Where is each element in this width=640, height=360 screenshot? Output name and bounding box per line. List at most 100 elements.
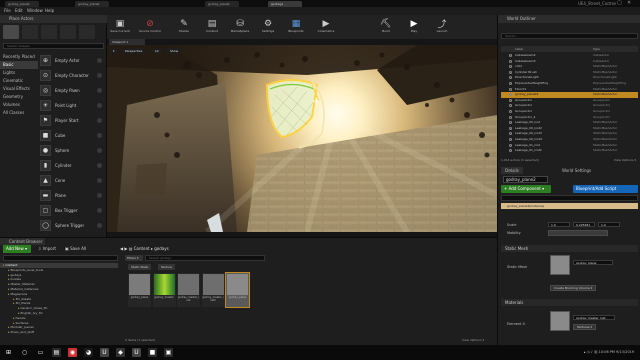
place-item-sphere-trigger[interactable]: ◯ Sphere Trigger	[38, 218, 105, 233]
asset-tile[interactable]: godray_plane	[128, 273, 151, 307]
place-item-box-trigger[interactable]: ▢ Box Trigger	[38, 203, 105, 218]
app-icon[interactable]: ◉	[68, 348, 77, 357]
paint-mode-icon[interactable]	[22, 25, 38, 39]
outliner-row[interactable]: Floor01 StaticMeshActor	[501, 87, 638, 92]
viewport-options-button[interactable]: ▾	[110, 48, 118, 54]
modes-button[interactable]: ✎ Modes	[171, 16, 197, 38]
close-button[interactable]: ✕	[627, 0, 631, 7]
task-view-icon[interactable]: ▭	[36, 348, 45, 357]
category-cinematic[interactable]: Cinematic	[0, 77, 38, 85]
asset-tile[interactable]: godray_master	[152, 273, 176, 307]
outliner-search-input[interactable]: Search...	[501, 33, 638, 39]
tab-world-settings[interactable]: World Settings	[558, 167, 595, 174]
breadcrumb-content[interactable]: Content	[134, 246, 150, 251]
category-recently-placed[interactable]: Recently Placed	[0, 53, 38, 61]
place-item-cube[interactable]: ■ Cube	[38, 128, 105, 143]
view-options-button[interactable]: View Options ▾	[462, 338, 484, 342]
show-button[interactable]: Show	[167, 48, 182, 54]
outliner-row[interactable]: Leakage_00_inst2 StaticMeshActor	[501, 126, 638, 131]
asset-tile[interactable]: godray_plane	[225, 272, 250, 308]
outliner-row[interactable]: Leakage_00_inst StaticMeshActor	[501, 120, 638, 125]
scale-z-field[interactable]: 1.0	[598, 222, 620, 227]
source-control-button[interactable]: ⊘ Source Control	[137, 16, 163, 38]
app-icon[interactable]: ■	[148, 348, 157, 357]
place-item-plane[interactable]: ▬ Plane	[38, 188, 105, 203]
visibility-eye-icon[interactable]	[509, 132, 512, 136]
scale-x-field[interactable]: 1.0	[548, 222, 570, 227]
view-options-button[interactable]: View Options ▾	[614, 157, 636, 163]
category-visual-effects[interactable]: Visual Effects	[0, 85, 38, 93]
static-mesh-picker[interactable]: godray_plane	[573, 260, 613, 265]
visibility-eye-icon[interactable]	[509, 143, 512, 147]
add-new-button[interactable]: Add New ▾	[3, 245, 31, 253]
maximize-button[interactable]: ▢	[617, 0, 622, 7]
category-lights[interactable]: Lights	[0, 69, 38, 77]
perspective-button[interactable]: Perspective	[122, 48, 146, 54]
place-item-cone[interactable]: ▲ Cone	[38, 173, 105, 188]
place-item-empty-actor[interactable]: ⊕ Empty Actor	[38, 53, 105, 68]
save-all-button[interactable]: ▣ Save All	[65, 245, 86, 253]
play-button[interactable]: ▶ Play	[401, 16, 427, 38]
outliner-row[interactable]: Cablesbeam2 CableActor	[501, 53, 638, 58]
asset-tile[interactable]: godray_master_inst2	[201, 273, 225, 307]
menu-file[interactable]: File	[4, 7, 11, 15]
menu-help[interactable]: Help	[45, 7, 54, 15]
level-viewport[interactable]: ▾ Perspective Lit Show	[107, 45, 497, 232]
visibility-eye-icon[interactable]	[509, 138, 512, 141]
landscape-mode-icon[interactable]	[41, 25, 57, 39]
outliner-row[interactable]: Leakage_01_inst StaticMeshActor	[501, 143, 638, 148]
settings-button[interactable]: ⚙ Settings	[255, 16, 281, 38]
visibility-eye-icon[interactable]	[509, 121, 512, 125]
nav-back-icon[interactable]: ◀ ▶	[120, 246, 129, 251]
place-item-empty-character[interactable]: ⊙ Empty Character	[38, 68, 105, 83]
build-button[interactable]: ⛏ Build	[373, 16, 399, 38]
filter-chip-static-mesh[interactable]: Static Mesh	[128, 264, 152, 270]
outliner-row[interactable]: GroupActor_4 GroupActor	[501, 115, 638, 120]
place-item-cylinder[interactable]: ▮ Cylinder	[38, 158, 105, 173]
place-item-point-light[interactable]: ☀ Point Light	[38, 98, 105, 113]
visibility-eye-icon[interactable]	[509, 70, 512, 74]
class-search-input[interactable]: Search Classes	[3, 43, 104, 49]
visibility-eye-icon[interactable]	[509, 115, 512, 119]
visibility-eye-icon[interactable]	[509, 76, 512, 80]
visibility-eye-icon[interactable]	[509, 110, 512, 113]
folder-tree-item[interactable]: ▸ Props_and_stuff	[0, 330, 118, 335]
file-explorer-icon[interactable]: ▤	[52, 348, 61, 357]
mobility-toggle[interactable]	[548, 230, 608, 236]
outliner-row[interactable]: Cylinder Brush StaticMeshActor	[501, 70, 638, 75]
view-mode-button[interactable]: Lit	[152, 48, 162, 54]
visibility-eye-icon[interactable]	[509, 126, 512, 130]
path-search-input[interactable]	[3, 255, 118, 261]
filters-button[interactable]: Filters ▾	[125, 255, 143, 261]
outliner-row[interactable]: ExponentialHeightFog ExponentialHeightFog	[501, 81, 638, 86]
create-blocking-volume-button[interactable]: Create Blocking Volume ▾	[550, 285, 597, 291]
visibility-eye-icon[interactable]	[509, 98, 512, 102]
category-all-classes[interactable]: All Classes	[0, 109, 38, 117]
menu-edit[interactable]: Edit	[15, 7, 23, 15]
windows-start-icon[interactable]: ⊞	[4, 348, 13, 357]
app-icon[interactable]: ◆	[116, 348, 125, 357]
content-button[interactable]: ▤ Content	[199, 16, 225, 38]
visibility-eye-icon[interactable]	[509, 54, 512, 57]
visibility-eye-icon[interactable]	[509, 59, 512, 63]
place-item-sphere[interactable]: ● Sphere	[38, 143, 105, 158]
visibility-eye-icon[interactable]	[509, 87, 512, 91]
outliner-row[interactable]: coll2 StaticMeshActor	[501, 64, 638, 69]
save-current-button[interactable]: ▣ Save Current	[107, 16, 133, 38]
outliner-row[interactable]: Leakage_00_inst4 StaticMeshActor	[501, 137, 638, 142]
category-basic[interactable]: Basic	[0, 61, 38, 69]
visibility-eye-icon[interactable]	[509, 93, 512, 97]
content-browser-tab[interactable]: Content Browser	[0, 238, 45, 245]
place-item-empty-pawn[interactable]: ◎ Empty Pawn	[38, 83, 105, 98]
details-search-input[interactable]	[501, 195, 638, 201]
foliage-mode-icon[interactable]	[60, 25, 76, 39]
unreal-editor-icon[interactable]: U	[132, 348, 141, 357]
outliner-row[interactable]: GroupActor GroupActor	[501, 109, 638, 114]
minimize-button[interactable]: –	[608, 0, 611, 7]
scale-y-field[interactable]: 0.225651	[573, 222, 595, 227]
tray-icons[interactable]: ▴ ◷ ♪ ▥	[584, 350, 599, 354]
asset-search-input[interactable]: Search godays	[145, 255, 265, 261]
chrome-icon[interactable]: ◕	[84, 348, 93, 357]
app-icon[interactable]: ▣	[164, 348, 173, 357]
outliner-row[interactable]: Cablesbeam3 CableActor	[501, 59, 638, 64]
